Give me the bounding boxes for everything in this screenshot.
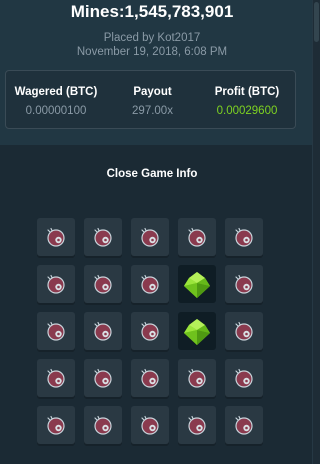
gem-icon bbox=[184, 319, 210, 345]
profit-value: 0.00029600 bbox=[216, 105, 278, 117]
wagered-label: Wagered (BTC) bbox=[14, 86, 98, 98]
mine-icon bbox=[47, 368, 65, 388]
grid-tile-r1-c2 bbox=[84, 218, 122, 256]
grid-tile-r1-c4 bbox=[178, 218, 216, 256]
grid-tile-r3-c5 bbox=[225, 312, 263, 350]
grid-tile-r5-c1 bbox=[37, 406, 75, 444]
payout-stat: Payout 297.00x bbox=[106, 71, 199, 128]
grid-tile-r4-c1 bbox=[37, 359, 75, 397]
grid-tile-r2-c2 bbox=[84, 265, 122, 303]
mine-icon bbox=[235, 368, 253, 388]
grid-tile-r5-c2 bbox=[84, 406, 122, 444]
mines-grid bbox=[37, 218, 267, 448]
grid-tile-r4-c5 bbox=[225, 359, 263, 397]
mine-icon bbox=[235, 274, 253, 294]
mine-icon bbox=[188, 415, 206, 435]
grid-tile-r3-c2 bbox=[84, 312, 122, 350]
mine-icon bbox=[47, 321, 65, 341]
wagered-value: 0.00000100 bbox=[25, 105, 87, 117]
grid-tile-r3-c3 bbox=[131, 312, 169, 350]
gem-icon bbox=[184, 272, 210, 298]
grid-tile-r5-c5 bbox=[225, 406, 263, 444]
game-title: Mines:1,545,783,901 bbox=[70, 2, 234, 21]
mine-icon bbox=[141, 321, 159, 341]
mine-icon bbox=[141, 368, 159, 388]
mine-icon bbox=[188, 227, 206, 247]
payout-label: Payout bbox=[133, 86, 172, 98]
grid-tile-r3-c4 bbox=[178, 312, 216, 350]
grid-tile-r4-c2 bbox=[84, 359, 122, 397]
mine-icon bbox=[94, 274, 112, 294]
grid-tile-r1-c5 bbox=[225, 218, 263, 256]
placed-by-text: Placed by Kot2017 bbox=[103, 32, 201, 44]
grid-tile-r2-c1 bbox=[37, 265, 75, 303]
mine-icon bbox=[47, 415, 65, 435]
grid-tile-r3-c1 bbox=[37, 312, 75, 350]
grid-tile-r2-c3 bbox=[131, 265, 169, 303]
mine-icon bbox=[94, 227, 112, 247]
payout-value: 297.00x bbox=[132, 105, 173, 117]
mine-icon bbox=[235, 415, 253, 435]
bet-stats-panel: Wagered (BTC) 0.00000100 Payout 297.00x … bbox=[5, 70, 296, 129]
close-game-info-button[interactable]: Close Game Info bbox=[84, 163, 220, 185]
mine-icon bbox=[141, 415, 159, 435]
mine-icon bbox=[94, 321, 112, 341]
grid-tile-r4-c3 bbox=[131, 359, 169, 397]
mine-icon bbox=[141, 274, 159, 294]
scrollbar-thumb[interactable] bbox=[314, 2, 319, 42]
bet-timestamp: November 19, 2018, 6:08 PM bbox=[76, 46, 228, 58]
grid-tile-r1-c3 bbox=[131, 218, 169, 256]
grid-tile-r1-c1 bbox=[37, 218, 75, 256]
profit-stat: Profit (BTC) 0.00029600 bbox=[199, 71, 295, 128]
grid-tile-r2-c4 bbox=[178, 265, 216, 303]
grid-tile-r5-c3 bbox=[131, 406, 169, 444]
mine-icon bbox=[188, 368, 206, 388]
mine-icon bbox=[47, 227, 65, 247]
grid-tile-r4-c4 bbox=[178, 359, 216, 397]
grid-tile-r5-c4 bbox=[178, 406, 216, 444]
profit-label: Profit (BTC) bbox=[214, 86, 280, 98]
mine-icon bbox=[94, 415, 112, 435]
mine-icon bbox=[235, 227, 253, 247]
mine-icon bbox=[47, 274, 65, 294]
mine-icon bbox=[235, 321, 253, 341]
mine-icon bbox=[94, 368, 112, 388]
grid-tile-r2-c5 bbox=[225, 265, 263, 303]
wagered-stat: Wagered (BTC) 0.00000100 bbox=[6, 71, 106, 128]
mine-icon bbox=[141, 227, 159, 247]
scrollbar[interactable] bbox=[312, 0, 320, 464]
